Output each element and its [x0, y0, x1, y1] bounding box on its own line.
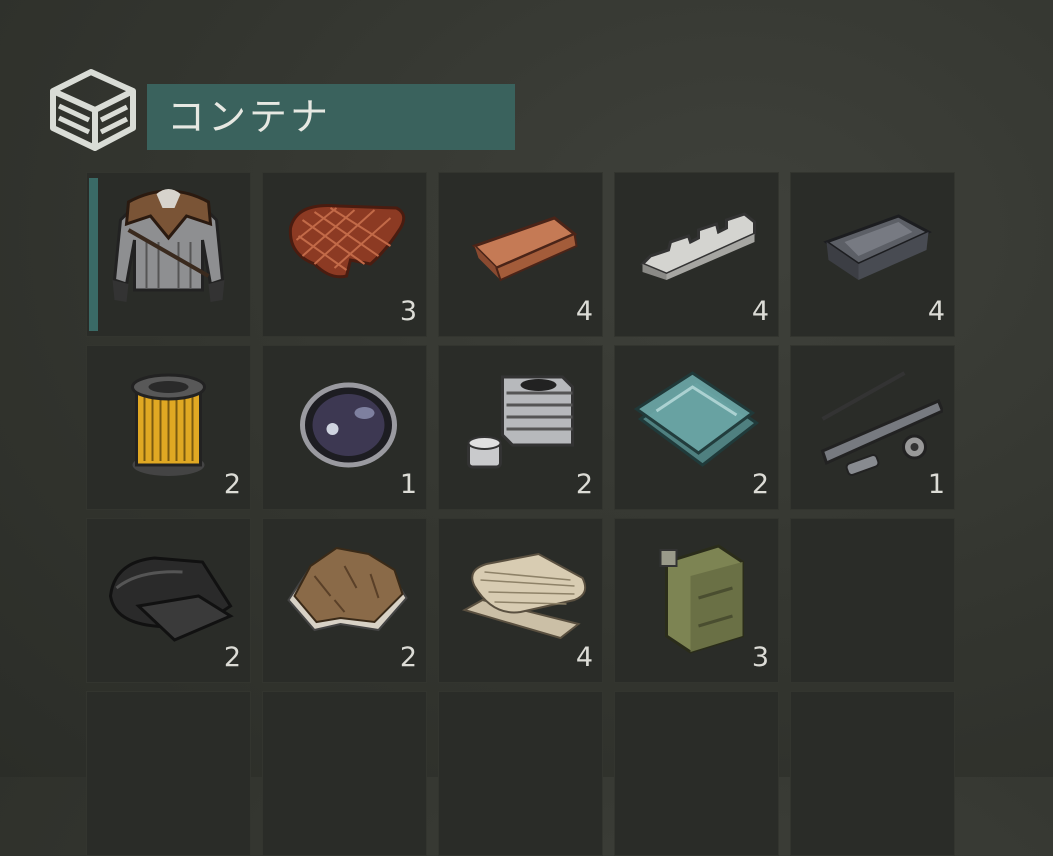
iron-ingot-icon: [823, 214, 932, 280]
engine-cylinder-icon: [467, 375, 574, 469]
empty-slot[interactable]: [790, 691, 955, 856]
slot-aluminum-bar[interactable]: 4: [614, 172, 779, 337]
slot-jerry-can[interactable]: 3: [614, 518, 779, 683]
inventory-grid: 3 4 4 4 2 1 2 2 1 2 2 4 3: [86, 172, 955, 856]
gun-parts-icon: [820, 371, 943, 476]
empty-slot[interactable]: [262, 691, 427, 856]
item-count: 2: [223, 469, 241, 500]
fur-pelt-icon: [287, 546, 408, 632]
rubber-sheet-icon: [108, 556, 234, 642]
slot-meat-steak[interactable]: 3: [262, 172, 427, 337]
item-count: 2: [223, 642, 241, 673]
item-count: 3: [399, 296, 417, 327]
item-count: 2: [399, 642, 417, 673]
container-title: コンテナ: [147, 84, 515, 150]
container-box-icon: [50, 69, 136, 151]
empty-slot[interactable]: [790, 518, 955, 683]
item-count: 3: [751, 642, 769, 673]
lens-icon: [300, 382, 397, 468]
slot-iron-ingot[interactable]: 4: [790, 172, 955, 337]
empty-slot[interactable]: [86, 691, 251, 856]
container-header: コンテナ: [45, 66, 525, 152]
item-count: 4: [751, 296, 769, 327]
slot-cloth-roll[interactable]: 4: [438, 518, 603, 683]
slot-rubber-sheet[interactable]: 2: [86, 518, 251, 683]
empty-slot[interactable]: [614, 691, 779, 856]
jerry-can-icon: [659, 544, 744, 654]
slot-gun-parts[interactable]: 1: [790, 345, 955, 510]
item-count: 1: [399, 469, 417, 500]
item-count: 2: [575, 469, 593, 500]
aluminum-bar-icon: [639, 212, 756, 280]
slot-copper-ingot[interactable]: 4: [438, 172, 603, 337]
slot-glass-sheets[interactable]: 2: [614, 345, 779, 510]
copper-ingot-icon: [471, 216, 578, 282]
item-count: 1: [927, 469, 945, 500]
slot-air-filter[interactable]: 2: [86, 345, 251, 510]
item-count: 4: [575, 296, 593, 327]
glass-sheets-icon: [633, 371, 760, 467]
slot-lens[interactable]: 1: [262, 345, 427, 510]
air-filter-icon: [131, 373, 206, 476]
item-count: 2: [751, 469, 769, 500]
empty-slot[interactable]: [438, 691, 603, 856]
item-count: 4: [575, 642, 593, 673]
armor-jacket-icon: [112, 189, 225, 302]
slot-engine-cylinder[interactable]: 2: [438, 345, 603, 510]
slot-armor-jacket[interactable]: [86, 172, 251, 337]
slot-fur-pelt[interactable]: 2: [262, 518, 427, 683]
item-count: 4: [927, 296, 945, 327]
meat-steak-icon: [288, 203, 406, 279]
cloth-roll-icon: [461, 552, 587, 640]
